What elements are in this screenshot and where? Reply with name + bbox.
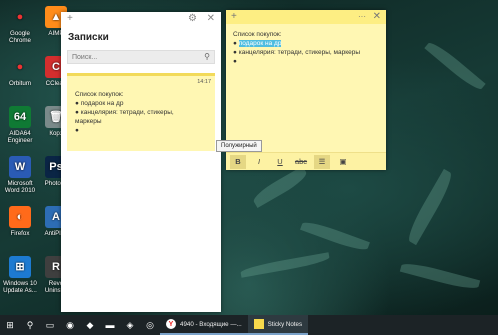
desktop-icon[interactable]: ◐ Firefox (2, 206, 38, 237)
note-line: ● (233, 58, 237, 65)
desktop-icon-image: ⊞ (9, 256, 31, 278)
desktop-icon-image: ● (16, 10, 24, 23)
sticky-note-editor[interactable]: Список покупок: ● подарок на др ● канцел… (233, 30, 381, 66)
sticky-notes-icon: ▪ (253, 319, 264, 329)
desktop-icon[interactable]: ● Orbitum (2, 56, 38, 87)
sticky-note-header: + ··· ✕ (226, 10, 386, 24)
add-note-icon[interactable]: + (67, 14, 73, 24)
fern-leaf (424, 38, 486, 94)
taskbar-yandex-app[interactable]: Y 4940 - Входящие —... (160, 315, 248, 335)
desktop-icon-label: Firefox (10, 230, 30, 237)
desktop-icon-label: Orbitum (8, 80, 31, 87)
bold-tooltip: Полужирный (216, 140, 262, 152)
desktop-icon-image: 64 (9, 106, 31, 128)
bullet-prefix: ● (233, 40, 239, 47)
note-line: ● подарок на др (233, 39, 381, 48)
search-box: ⚲ (67, 50, 215, 64)
note-card-time: 14:17 (197, 79, 211, 85)
note-card-line: маркеры (75, 118, 102, 125)
note-card[interactable]: 14:17 Список покупок: ● подарок на др ● … (67, 73, 215, 151)
note-card-body: Список покупок: ● подарок на др ● канцел… (75, 90, 205, 135)
note-line: Список покупок: (233, 31, 282, 38)
format-toolbar: B I Uabc ☰ ▣ (226, 152, 386, 170)
app-icon-1[interactable]: ◉ (60, 315, 80, 335)
add-note-icon[interactable]: + (231, 12, 237, 22)
desktop-icon[interactable]: 64 AIDA64 Engineer (2, 106, 38, 144)
notes-list-window: + ⚙ ✕ Записки ⚲ 14:17 Список покупок: ● … (61, 12, 221, 312)
desktop-icon-image: ◐ (9, 206, 31, 228)
image-button[interactable]: ▣ (335, 155, 351, 169)
fern-leaf (403, 168, 457, 246)
search-icon[interactable]: ⚲ (204, 52, 210, 61)
taskbar-sticky-app[interactable]: ▪ Sticky Notes (247, 315, 309, 335)
desktop-icon[interactable]: ● Google Chrome (2, 6, 38, 44)
taskbar: ⊞ ⚲ ▭ ◉ ◆ ▬ ◈ ◎ Y 4940 - Входящие —... ▪ Stic… (0, 315, 498, 335)
app-icon-4[interactable]: ◎ (140, 315, 160, 335)
bold-button[interactable]: B (230, 154, 246, 169)
explorer-icon[interactable]: ▬ (100, 315, 120, 335)
note-card-line: Список покупок: (75, 91, 124, 98)
search-icon[interactable]: ⚲ (20, 315, 40, 335)
italic-button[interactable]: I (251, 155, 267, 169)
note-card-line: ● (75, 127, 79, 134)
note-card-line: ● канцелярия: тетради, стикеры, (75, 109, 174, 116)
fern-leaf (399, 259, 481, 293)
desktop-icon[interactable]: W Microsoft Word 2010 (2, 156, 38, 194)
desktop-icon-label: AIDA64 Engineer (7, 130, 33, 144)
taskbar-app-label: 4940 - Входящие —... (180, 320, 242, 328)
desktop-icon-image: ● (16, 60, 24, 73)
search-input[interactable] (68, 51, 198, 63)
selected-text: подарок на др (238, 40, 282, 47)
note-card-line: ● подарок на др (75, 100, 124, 107)
underline-button[interactable]: U (272, 155, 288, 169)
yandex-icon: Y (166, 319, 176, 329)
fern-leaf (300, 218, 370, 254)
app-icon-3[interactable]: ◈ (120, 315, 140, 335)
start-button[interactable]: ⊞ (0, 315, 20, 335)
task-view-icon[interactable]: ▭ (40, 315, 60, 335)
desktop-icon[interactable]: ⊞ Windows 10 Update As... (2, 256, 38, 294)
close-icon[interactable]: ✕ (373, 12, 381, 22)
strikethrough-button[interactable]: abc (293, 155, 309, 169)
desktop-icon-label: Google Chrome (8, 30, 31, 44)
fern-leaf (250, 165, 310, 209)
notes-list-titlebar: + ⚙ ✕ (61, 12, 221, 26)
desktop-icon-label: Windows 10 Update As... (3, 280, 37, 294)
desktop-icon-label: Microsoft Word 2010 (4, 180, 36, 194)
desktop-icon-image: W (9, 156, 31, 178)
taskbar-app-label: Sticky Notes (267, 320, 303, 328)
menu-icon[interactable]: ··· (358, 12, 366, 22)
note-line: ● канцелярия: тетради, стикеры, маркеры (233, 49, 361, 56)
bullet-list-button[interactable]: ☰ (314, 154, 330, 169)
app-icon-2[interactable]: ◆ (80, 315, 100, 335)
close-icon[interactable]: ✕ (207, 14, 215, 24)
taskbar-pinned: ▭ ◉ ◆ ▬ ◈ ◎ (40, 315, 160, 335)
settings-icon[interactable]: ⚙ (188, 14, 197, 24)
fern-leaf (239, 252, 331, 278)
notes-list-title: Записки (68, 32, 109, 43)
